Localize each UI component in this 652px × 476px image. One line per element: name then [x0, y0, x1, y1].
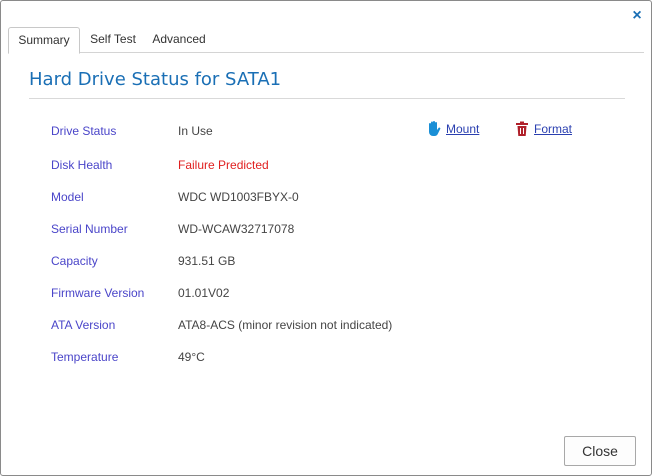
page-title: Hard Drive Status for SATA1 — [29, 69, 282, 90]
close-icon[interactable]: × — [627, 7, 647, 27]
tab-self-test[interactable]: Self Test — [84, 27, 142, 53]
field-row-disk-health: Disk Health Failure Predicted — [1, 158, 652, 174]
tab-summary[interactable]: Summary — [8, 27, 80, 54]
field-label: Drive Status — [51, 124, 117, 138]
field-row-capacity: Capacity 931.51 GB — [1, 254, 652, 270]
field-row-temperature: Temperature 49°C — [1, 350, 652, 366]
field-value: 49°C — [178, 350, 205, 364]
field-row-model: Model WDC WD1003FBYX-0 — [1, 190, 652, 206]
close-button[interactable]: Close — [564, 436, 636, 466]
field-row-serial-number: Serial Number WD-WCAW32717078 — [1, 222, 652, 238]
field-label: Model — [51, 190, 84, 204]
tab-bar: Summary Self Test Advanced — [8, 27, 644, 54]
field-value: 01.01V02 — [178, 286, 230, 300]
field-value: 931.51 GB — [178, 254, 236, 268]
field-row-ata-version: ATA Version ATA8-ACS (minor revision not… — [1, 318, 652, 334]
status-value-failure: Failure Predicted — [178, 158, 269, 172]
field-value: WDC WD1003FBYX-0 — [178, 190, 299, 204]
field-value: ATA8-ACS (minor revision not indicated) — [178, 318, 393, 332]
field-value: WD-WCAW32717078 — [178, 222, 295, 236]
field-row-drive-status: Drive Status In Use — [1, 124, 652, 140]
tab-advanced[interactable]: Advanced — [148, 27, 210, 53]
field-label: Disk Health — [51, 158, 113, 172]
title-divider — [29, 98, 625, 99]
field-label: Serial Number — [51, 222, 128, 236]
field-row-firmware-version: Firmware Version 01.01V02 — [1, 286, 652, 302]
field-label: Firmware Version — [51, 286, 145, 300]
field-label: Temperature — [51, 350, 119, 364]
field-label: Capacity — [51, 254, 98, 268]
field-value: In Use — [178, 124, 213, 138]
field-label: ATA Version — [51, 318, 116, 332]
drive-status-dialog: × Summary Self Test Advanced Hard Drive … — [0, 0, 652, 476]
